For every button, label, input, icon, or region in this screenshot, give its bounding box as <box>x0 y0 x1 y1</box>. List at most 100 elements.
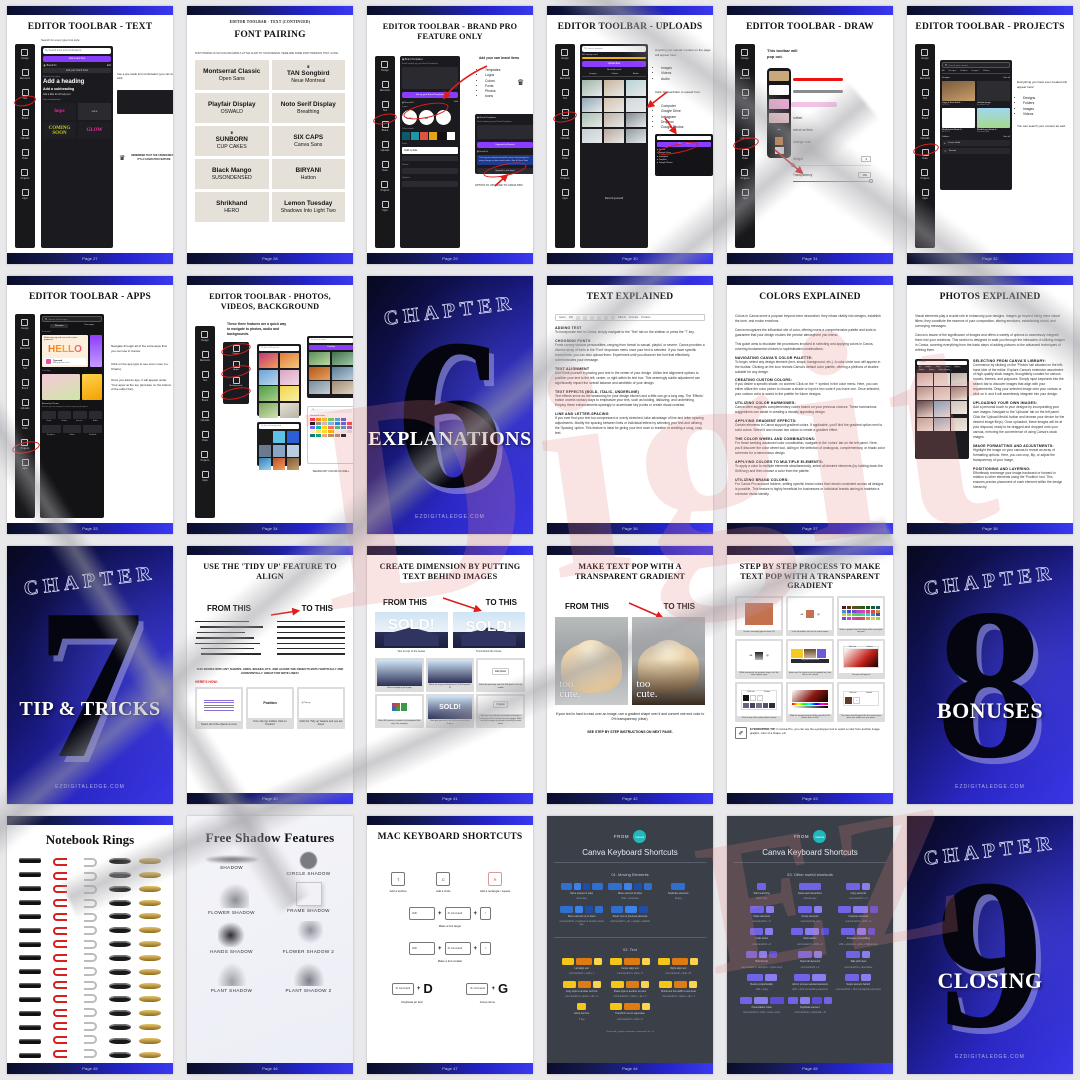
sidebar-item-design[interactable]: Design <box>21 319 28 330</box>
page-thumbnail-transparent-gradient[interactable]: Page 42 MAKE TEXT POP WITH A TRANSPARENT … <box>547 546 713 804</box>
sidebar-item-design[interactable]: Design <box>381 61 388 72</box>
key-r[interactable]: R <box>488 872 502 886</box>
sidebar-item-draw[interactable]: Draw <box>742 149 749 160</box>
search-input[interactable]: 🔍 Search fonts and combinations <box>43 48 111 54</box>
sidebar-item-uploads[interactable]: Uploads <box>381 141 390 152</box>
project-card[interactable]: Copy of Save Earth ... 10.11.2.4 <box>942 81 975 106</box>
photo-thumbnail[interactable] <box>917 418 933 431</box>
sidebar-item-draw[interactable]: Draw <box>22 419 29 430</box>
color-swatch[interactable] <box>328 426 333 429</box>
page-thumbnail-font-pairing[interactable]: Page 28 EDITOR TOOLBAR - TEXT (CONTINUED)… <box>187 6 353 264</box>
thumbnail[interactable] <box>309 381 330 394</box>
tab-videos[interactable]: Videos <box>611 73 618 75</box>
color-swatch[interactable] <box>335 418 340 421</box>
sidebar-item-design[interactable]: Design <box>921 49 928 60</box>
page-thumbnail-text-behind-images[interactable]: Page 41 CREATE DIMENSION BY PUTTING TEXT … <box>367 546 533 804</box>
sidebar-item-uploads[interactable]: Uploads <box>21 129 30 140</box>
color-swatch[interactable] <box>335 430 340 433</box>
thumbnail[interactable] <box>259 403 278 418</box>
sidebar-item-projects[interactable]: Projects <box>741 169 750 180</box>
color-swatch[interactable] <box>310 434 315 437</box>
search-input[interactable]: 🔍 Search Canva apps <box>42 316 102 322</box>
upload-thumbnail[interactable] <box>604 113 624 127</box>
key-command[interactable]: ⌘ command <box>392 983 414 995</box>
font-combo-card[interactable]: COMING SOON <box>43 122 76 139</box>
color-swatch[interactable] <box>411 132 419 140</box>
draw-tool[interactable] <box>769 113 789 123</box>
photo-thumbnail[interactable] <box>934 401 950 417</box>
thumbnail[interactable] <box>332 352 353 365</box>
thumbnail[interactable] <box>273 431 285 443</box>
sidebar-item-elements[interactable]: Elements <box>380 81 390 92</box>
page-thumbnail-editor-toolbar-apps[interactable]: Page 33 EDITOR TOOLBAR - APPS Design Elemen… <box>7 276 173 534</box>
upload-thumbnail[interactable] <box>604 129 624 143</box>
toolbar-item[interactable]: Aptos <box>559 316 566 319</box>
sidebar-item-text[interactable]: Text <box>742 89 749 100</box>
sidebar-item-text[interactable]: Text <box>382 101 389 112</box>
tidy-up-option[interactable]: ▤ Tidy up <box>302 702 341 704</box>
page-thumbnail-editor-toolbar-draw[interactable]: Page 31 EDITOR TOOLBAR - DRAW Design Elemen… <box>727 6 893 264</box>
thumbnail[interactable] <box>280 353 299 368</box>
slider-value[interactable]: 4 <box>861 156 871 162</box>
sidebar-item-elements[interactable]: Elements <box>740 69 750 80</box>
search-input[interactable]: 🔍 Search videos <box>309 338 353 343</box>
color-swatch[interactable] <box>402 132 410 140</box>
add-textbox-button[interactable]: Add a text box <box>43 56 111 62</box>
featured-card-side[interactable] <box>90 335 102 367</box>
upload-thumbnail[interactable] <box>604 80 624 96</box>
photo-thumbnail[interactable] <box>917 401 933 417</box>
toolbar-icon[interactable] <box>590 316 594 320</box>
draw-tool[interactable] <box>769 85 789 95</box>
color-swatch[interactable] <box>341 426 346 429</box>
app-icon-cell[interactable]: Charts <box>42 411 56 422</box>
key-<[interactable]: < <box>480 942 491 955</box>
draw-tool[interactable] <box>769 99 789 109</box>
toolbar-icon[interactable] <box>597 316 601 320</box>
color-swatch[interactable] <box>328 422 333 425</box>
app-icon-cell[interactable]: Photos <box>58 411 72 422</box>
photo-thumbnail[interactable] <box>934 387 950 400</box>
slider-thumb[interactable] <box>869 179 873 183</box>
filter-chip[interactable]: Graphics <box>924 366 934 368</box>
sidebar-item-text[interactable]: Text <box>22 359 29 370</box>
sidebar-item-elements[interactable]: Elements <box>200 351 210 362</box>
sidebar-item-design[interactable]: Design <box>561 49 568 60</box>
add-brand-fonts-button[interactable]: Add your brand fonts <box>43 68 111 73</box>
thumbnail[interactable] <box>332 381 353 394</box>
sidebar-item-apps[interactable]: Apps <box>382 201 389 212</box>
thumbnail[interactable] <box>259 353 278 368</box>
app-icon-cell[interactable]: Audio <box>89 411 103 422</box>
page-thumbnail-editor-toolbar-photos[interactable]: Page 34 EDITOR TOOLBAR - PHOTOS, VIDEOS, … <box>187 276 353 534</box>
color-swatch[interactable] <box>341 434 346 437</box>
search-input[interactable]: 🔍 <box>657 136 711 140</box>
sidebar-item-projects[interactable]: Projects <box>21 169 30 180</box>
sidebar-item-uploads[interactable]: Uploads <box>921 129 930 140</box>
tab-discover[interactable]: Discover <box>50 324 69 328</box>
sidebar-item-projects[interactable]: Projects <box>381 181 390 192</box>
tab-audio[interactable]: Audio <box>633 73 639 75</box>
app-icon-cell[interactable]: Facebook <box>83 425 102 436</box>
color-swatch[interactable] <box>310 422 315 425</box>
app-icon-cell[interactable]: Backgrou... <box>42 425 61 436</box>
page-thumbnail-chapter-8[interactable]: CHAPTER 8 BONUSES EZDIGITALEDGE.COM <box>907 546 1073 804</box>
page-thumbnail-colors-explained[interactable]: Page 37 COLORS EXPLAINED Colors in Canva s… <box>727 276 893 534</box>
tab-images[interactable]: Images <box>972 70 979 72</box>
color-swatch[interactable] <box>310 430 315 433</box>
page-thumbnail-editor-toolbar-projects[interactable]: Page 32 EDITOR TOOLBAR - PROJECTS Design El… <box>907 6 1073 264</box>
sidebar-item-text[interactable]: Text <box>202 371 209 382</box>
color-swatch[interactable] <box>328 434 333 437</box>
filter-chip[interactable]: Women <box>927 369 936 371</box>
tab-folders[interactable]: Folders <box>960 70 967 72</box>
thumbnail[interactable] <box>287 431 299 443</box>
sidebar-item-brand[interactable]: Brand <box>922 109 929 120</box>
color-swatch[interactable] <box>328 418 333 421</box>
sidebar-item-draw[interactable]: Draw <box>22 149 29 160</box>
sidebar-item-elements[interactable]: Elements <box>20 69 30 80</box>
page-thumbnail-notebook-rings[interactable]: Page 45Notebook RingsNotebook Rings <box>7 816 173 1074</box>
color-swatch[interactable] <box>322 418 327 421</box>
thumbnail[interactable] <box>280 386 299 401</box>
color-swatch[interactable] <box>347 418 352 421</box>
folder-row[interactable]: ☆ Starred <box>942 148 1010 154</box>
upload-thumbnail[interactable] <box>582 129 602 143</box>
trending-card[interactable] <box>82 374 102 400</box>
